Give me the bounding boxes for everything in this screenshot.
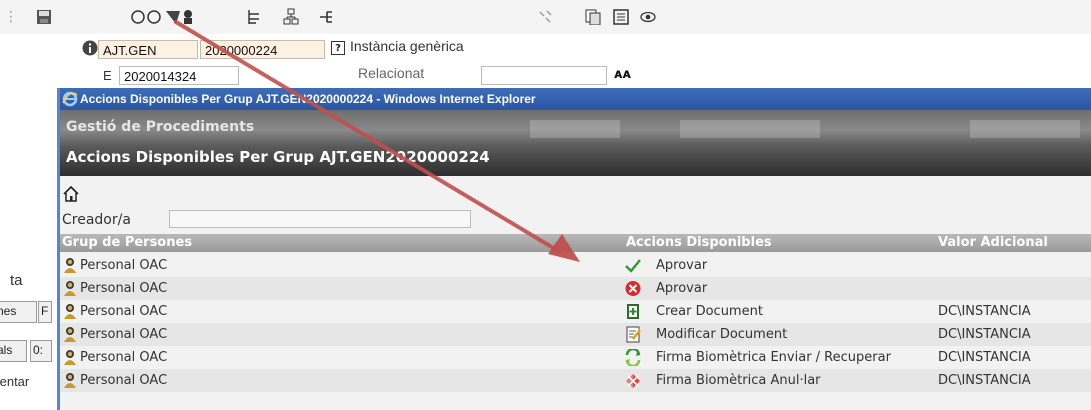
reject-icon[interactable] (624, 280, 642, 297)
action-cell[interactable]: Crear Document (656, 300, 763, 323)
table-header: Grup de Persones Accions Disponibles Val… (60, 234, 1091, 252)
group-cell: Personal OAC (80, 350, 168, 365)
column-header-group: Grup de Persones (62, 235, 193, 250)
biometric-sign-icon[interactable] (624, 347, 642, 368)
ie-popup-window: Accions Disponibles Per Grup AJT.GEN2020… (57, 88, 1091, 410)
action-cell[interactable]: Firma Biomètrica Enviar / Recuperar (656, 346, 891, 369)
instance-label: Instància genèrica (350, 38, 464, 54)
tree-icon[interactable] (246, 8, 262, 26)
table-row[interactable]: Personal OAC Crear Document DC\INSTANCIA (60, 300, 1091, 323)
tab-fragment[interactable]: F (38, 301, 52, 323)
person-icon (62, 326, 78, 343)
e-label: E (103, 68, 112, 83)
home-icon[interactable] (63, 185, 79, 202)
table-row[interactable]: Personal OAC Modificar Document DC\INSTA… (60, 323, 1091, 346)
binoculars-icon[interactable]: ᴀᴀ (614, 67, 631, 82)
ie-logo-icon (62, 91, 78, 107)
save-icon[interactable] (36, 8, 52, 26)
related-label: Relacionat (358, 65, 425, 81)
extra-cell: DC\INSTANCIA (938, 327, 1031, 342)
eye-icon[interactable] (640, 8, 656, 26)
tab-fragment[interactable]: als (0, 340, 27, 362)
info-icon (82, 40, 98, 56)
check-icon[interactable] (624, 257, 642, 274)
window-title-bar[interactable]: Accions Disponibles Per Grup AJT.GEN2020… (60, 88, 1091, 110)
structure-icon[interactable] (283, 8, 299, 26)
action-cell[interactable]: Aprovar (656, 254, 707, 277)
action-cell[interactable]: Aprovar (656, 277, 707, 300)
side-fragment-entar: :entar (0, 374, 30, 389)
action-cell[interactable]: Modificar Document (656, 323, 787, 346)
table-row[interactable]: Personal OAC Firma Biomètrica Anul·lar D… (60, 369, 1091, 392)
banner-subtitle: Accions Disponibles Per Grup AJT.GEN2020… (66, 148, 490, 166)
window-title: Accions Disponibles Per Grup AJT.GEN2020… (80, 92, 536, 106)
help-icon[interactable]: ? (331, 41, 345, 55)
main-toolbar: ⋮ (0, 0, 1091, 34)
table-row[interactable]: Personal OAC Firma Biomètrica Enviar / R… (60, 346, 1091, 369)
action-cell[interactable]: Firma Biomètrica Anul·lar (656, 369, 821, 392)
column-header-actions: Accions Disponibles (626, 235, 772, 250)
column-header-extra: Valor Adicional (938, 235, 1048, 250)
branch-icon[interactable] (318, 8, 334, 26)
creator-label: Creador/a (62, 212, 131, 228)
side-fragment-ta: ta (10, 272, 23, 289)
edit-document-icon[interactable] (624, 326, 642, 343)
person-icon (62, 303, 78, 320)
group-cell: Personal OAC (80, 327, 168, 342)
key-icon[interactable] (537, 8, 553, 26)
extra-cell: DC\INSTANCIA (938, 350, 1031, 365)
person-icon (62, 257, 78, 274)
group-cell: Personal OAC (80, 304, 168, 319)
table-row[interactable]: Personal OAC Aprovar (60, 277, 1091, 300)
app-banner: Gestió de Procediments Accions Disponibl… (60, 110, 1091, 176)
e-field[interactable]: 2020014324 (119, 66, 239, 85)
person-icon (62, 372, 78, 389)
creator-input[interactable] (169, 210, 471, 228)
person-icon (62, 349, 78, 366)
group-cell: Personal OAC (80, 258, 168, 273)
group-cell: Personal OAC (80, 281, 168, 296)
extra-cell: DC\INSTANCIA (938, 373, 1031, 388)
create-document-icon[interactable] (624, 303, 642, 320)
related-field[interactable] (481, 66, 607, 85)
tab-fragment[interactable]: nes (0, 301, 37, 323)
number-field[interactable]: 2020000224 (200, 40, 325, 59)
separator-icon: ⋮ (4, 9, 18, 25)
group-cell: Personal OAC (80, 373, 168, 388)
biometric-cancel-icon[interactable] (624, 372, 642, 389)
list-icon[interactable] (613, 8, 629, 26)
extra-cell: DC\INSTANCIA (938, 304, 1031, 319)
people-search-icon[interactable] (130, 8, 194, 26)
tab-fragment[interactable]: 0: (30, 340, 52, 362)
person-icon (62, 280, 78, 297)
table-row[interactable]: Personal OAC Aprovar (60, 254, 1091, 277)
code-field[interactable]: AJT.GEN (98, 40, 198, 59)
copy-icon[interactable] (585, 8, 601, 26)
banner-title: Gestió de Procediments (66, 119, 255, 135)
